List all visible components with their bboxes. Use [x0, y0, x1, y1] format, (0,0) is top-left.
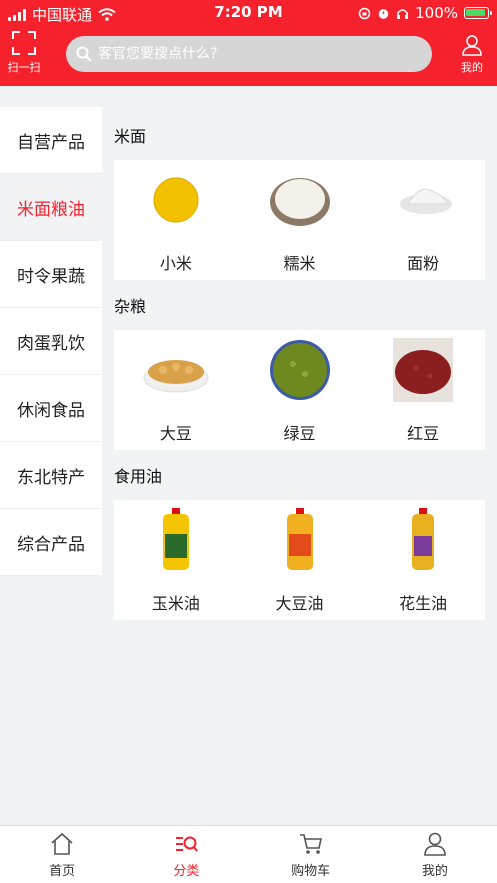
product-grid: 玉米油 大豆油 花生油 [114, 500, 485, 620]
scan-button[interactable]: 扫一扫 [5, 31, 43, 75]
bottom-tab-bar: 首页 分类 购物车 我的 [0, 825, 497, 883]
category-icon [176, 836, 199, 852]
soybean-oil-image [286, 508, 313, 570]
product-item[interactable]: 花生油 [361, 500, 485, 620]
header-me-button[interactable]: 我的 [457, 34, 487, 75]
product-item[interactable]: 大豆油 [238, 500, 362, 620]
tab-label: 分类 [173, 864, 200, 879]
search-icon [76, 46, 92, 62]
headphones-icon [397, 8, 409, 19]
category-item[interactable]: 自营产品 [0, 107, 102, 174]
corn-oil-image [162, 508, 189, 570]
section-title: 食用油 [114, 467, 163, 486]
product-grid: 小米 糯米 面粉 [114, 160, 485, 280]
scan-icon [12, 31, 36, 55]
product-name: 面粉 [407, 254, 440, 273]
product-name: 绿豆 [283, 424, 316, 443]
product-name: 花生油 [399, 594, 448, 613]
category-item[interactable]: 综合产品 [0, 509, 102, 576]
glutinous-rice-image [269, 178, 330, 226]
flour-image [400, 188, 453, 214]
tab-label: 首页 [49, 864, 76, 879]
soybean-image [143, 360, 209, 393]
tab-category[interactable]: 分类 [124, 826, 248, 883]
rotation-lock-icon [358, 7, 371, 19]
mung-bean-image [269, 340, 330, 400]
user-icon [424, 832, 446, 856]
product-item[interactable]: 小米 [114, 160, 238, 280]
scan-label: 扫一扫 [7, 61, 41, 74]
category-content: 米面 小米 糯米 面粉 杂粮 大豆 绿豆 红豆 食用油 玉米油 大豆油 花生油 [114, 124, 485, 634]
category-item[interactable]: 肉蛋乳饮 [0, 308, 102, 375]
home-icon [51, 832, 73, 855]
product-item[interactable]: 红豆 [361, 330, 485, 450]
product-item[interactable]: 糯米 [238, 160, 362, 280]
product-item[interactable]: 玉米油 [114, 500, 238, 620]
product-name: 大豆 [159, 424, 192, 443]
battery-icon [464, 7, 492, 19]
tab-me[interactable]: 我的 [373, 826, 497, 883]
category-sidebar: 自营产品 米面粮油 时令果蔬 肉蛋乳饮 休闲食品 东北特产 综合产品 [0, 107, 102, 576]
category-item-active[interactable]: 米面粮油 [0, 174, 102, 241]
peanut-oil-image [412, 508, 435, 570]
category-item[interactable]: 时令果蔬 [0, 241, 102, 308]
product-grid: 大豆 绿豆 红豆 [114, 330, 485, 450]
search-input[interactable] [98, 46, 418, 62]
product-item[interactable]: 面粉 [361, 160, 485, 280]
section-title: 杂粮 [114, 297, 147, 316]
alarm-icon [378, 8, 389, 19]
product-name: 大豆油 [275, 594, 324, 613]
product-name: 小米 [159, 254, 192, 273]
cart-icon [299, 834, 322, 854]
header-me-label: 我的 [461, 61, 483, 74]
product-name: 糯米 [283, 254, 316, 273]
category-item[interactable]: 东北特产 [0, 442, 102, 509]
product-name: 玉米油 [151, 594, 200, 613]
search-bar[interactable] [66, 36, 432, 72]
user-icon [462, 35, 482, 56]
status-bar: 中国联通 7:20 PM 100% [0, 0, 497, 26]
section-title: 米面 [114, 127, 147, 146]
header-bar: 中国联通 7:20 PM 100% 扫一扫 客官您要搜点什么? 我的 [0, 0, 497, 86]
product-item[interactable]: 绿豆 [238, 330, 362, 450]
red-bean-image [393, 338, 454, 402]
category-item[interactable]: 休闲食品 [0, 375, 102, 442]
tab-label: 我的 [421, 864, 448, 879]
millet-image [153, 177, 199, 223]
tab-home[interactable]: 首页 [0, 826, 124, 883]
tab-label: 购物车 [291, 864, 331, 879]
product-name: 红豆 [407, 424, 440, 443]
product-item[interactable]: 大豆 [114, 330, 238, 450]
battery-percent: 100% [415, 4, 458, 22]
tab-cart[interactable]: 购物车 [249, 826, 373, 883]
